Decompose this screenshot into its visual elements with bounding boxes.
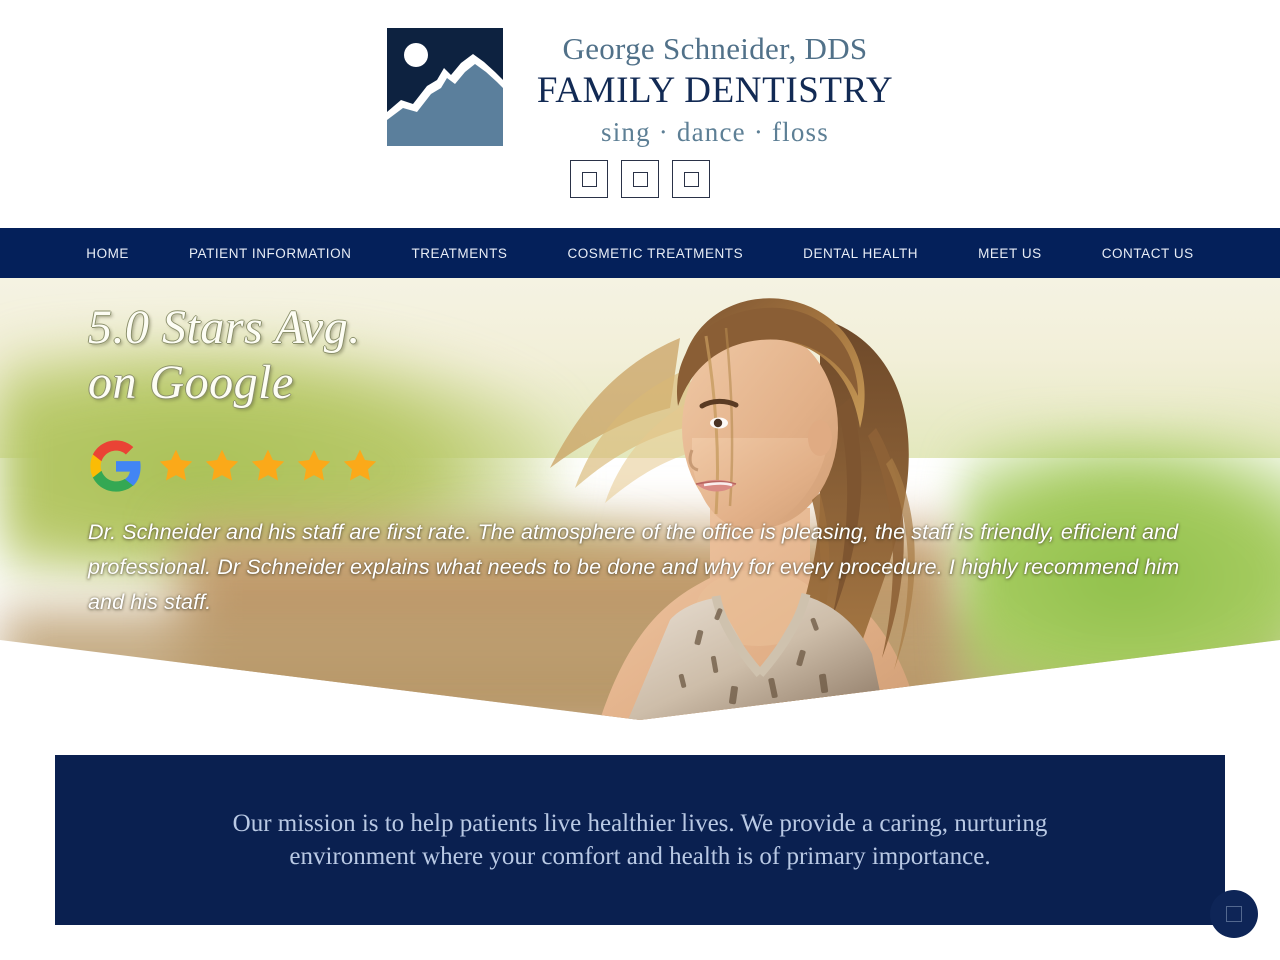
chat-widget-button[interactable] xyxy=(1210,890,1258,938)
mission-statement-panel: Our mission is to help patients live hea… xyxy=(55,755,1225,925)
google-rating xyxy=(88,438,380,494)
social-icon-2[interactable] xyxy=(621,160,659,198)
nav-item-cosmetic-treatments[interactable]: COSMETIC TREATMENTS xyxy=(567,246,743,261)
nav-item-meet-us[interactable]: MEET US xyxy=(978,246,1042,261)
placeholder-box-icon xyxy=(632,171,648,187)
google-g-icon xyxy=(90,440,141,492)
brand-tagline: sing · dance · floss xyxy=(601,117,829,148)
brand-text: George Schneider, DDS FAMILY DENTISTRY s… xyxy=(537,28,893,148)
star-icon xyxy=(159,449,193,481)
social-links xyxy=(0,160,1280,198)
nav-item-contact-us[interactable]: CONTACT US xyxy=(1102,246,1194,261)
placeholder-box-icon xyxy=(581,171,597,187)
chat-widget-icon xyxy=(1226,906,1242,922)
social-icon-3[interactable] xyxy=(672,160,710,198)
star-rating xyxy=(156,446,380,486)
hero-content: 5.0 Stars Avg. on Google Dr. Schneider a… xyxy=(0,278,1280,720)
star-icon xyxy=(297,449,331,481)
star-icon xyxy=(251,449,285,481)
star-icon xyxy=(205,449,239,481)
hero-headline: 5.0 Stars Avg. on Google xyxy=(88,300,361,410)
placeholder-box-icon xyxy=(683,171,699,187)
brand-name: George Schneider, DDS xyxy=(562,31,868,66)
social-icon-1[interactable] xyxy=(570,160,608,198)
mission-statement-text: Our mission is to help patients live hea… xyxy=(232,810,1048,870)
site-header: George Schneider, DDS FAMILY DENTISTRY s… xyxy=(0,0,1280,228)
main-navigation: HOME PATIENT INFORMATION TREATMENTS COSM… xyxy=(0,228,1280,278)
hero-testimonial: Dr. Schneider and his staff are first ra… xyxy=(88,520,1180,614)
mountain-moon-logo[interactable] xyxy=(386,28,503,146)
nav-item-dental-health[interactable]: DENTAL HEALTH xyxy=(803,246,918,261)
nav-item-patient-information[interactable]: PATIENT INFORMATION xyxy=(189,246,351,261)
nav-item-treatments[interactable]: TREATMENTS xyxy=(411,246,507,261)
star-icon xyxy=(343,449,377,481)
brand-row: George Schneider, DDS FAMILY DENTISTRY s… xyxy=(0,28,1280,148)
hero-banner: 5.0 Stars Avg. on Google Dr. Schneider a… xyxy=(0,278,1280,720)
hero-headline-line1: 5.0 Stars Avg. xyxy=(88,301,361,354)
page-root: George Schneider, DDS FAMILY DENTISTRY s… xyxy=(0,0,1280,960)
hero-headline-line2: on Google xyxy=(88,356,294,410)
brand-title: FAMILY DENTISTRY xyxy=(536,70,894,112)
nav-item-home[interactable]: HOME xyxy=(86,246,129,261)
